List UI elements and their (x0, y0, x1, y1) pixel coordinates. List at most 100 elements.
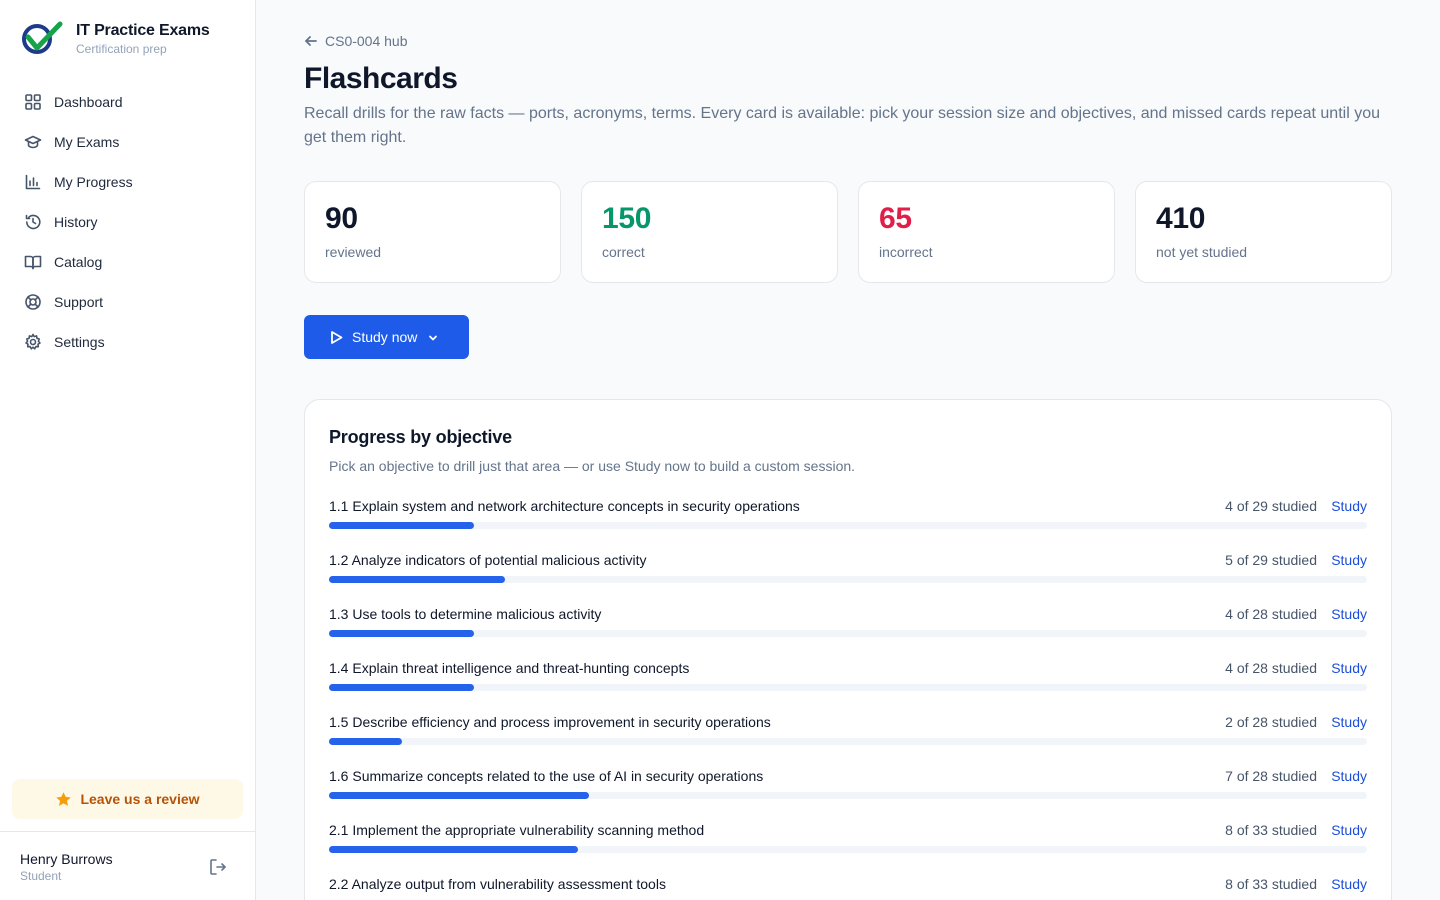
user-role: Student (20, 869, 62, 883)
sidebar-item-dashboard[interactable]: Dashboard (12, 82, 244, 122)
stat-label: incorrect (879, 244, 933, 260)
objective-name: 1.2 Analyze indicators of potential mali… (329, 552, 647, 568)
objective-count: 8 of 33 studied (1225, 822, 1317, 838)
objective-row: 1.1 Explain system and network architect… (329, 496, 1367, 550)
objective-row: 1.4 Explain threat intelligence and thre… (329, 658, 1367, 712)
brand-title: IT Practice Exams (76, 22, 210, 39)
stat-value: 150 (602, 202, 652, 235)
chevron-down-icon (427, 331, 439, 343)
life-buoy-icon (24, 293, 42, 311)
page-title: Flashcards (304, 62, 458, 95)
objective-list: 1.1 Explain system and network architect… (329, 496, 1367, 900)
objective-study-link[interactable]: Study (1331, 876, 1367, 892)
study-now-button[interactable]: Study now (304, 315, 469, 359)
objective-progress-track (329, 684, 1367, 691)
objective-progress-track (329, 792, 1367, 799)
stat-label: reviewed (325, 244, 382, 260)
objective-count: 4 of 28 studied (1225, 606, 1317, 622)
objective-name: 1.6 Summarize concepts related to the us… (329, 768, 764, 784)
objective-study-link[interactable]: Study (1331, 498, 1367, 514)
objective-progress-fill (329, 522, 475, 529)
objectives-panel: Progress by objective Pick an objective … (304, 399, 1392, 900)
objective-row: 2.2 Analyze output from vulnerability as… (329, 874, 1367, 900)
user-profile: Henry Burrows Student (0, 831, 255, 900)
objective-study-link[interactable]: Study (1331, 768, 1367, 784)
objective-name: 1.1 Explain system and network architect… (329, 498, 800, 514)
sidebar-item-support[interactable]: Support (12, 282, 244, 322)
objective-progress-fill (329, 684, 475, 691)
page-description: Recall drills for the raw facts — ports,… (304, 105, 1380, 146)
history-icon (24, 213, 42, 231)
gear-icon (24, 333, 42, 351)
book-open-icon (24, 253, 42, 271)
sidebar-item-label: My Exams (54, 134, 120, 150)
objective-name: 2.2 Analyze output from vulnerability as… (329, 876, 666, 892)
objective-count: 5 of 29 studied (1225, 552, 1317, 568)
stat-card-incorrect: 65 incorrect (858, 181, 1115, 283)
sidebar-item-label: Settings (54, 334, 105, 350)
objective-count: 4 of 28 studied (1225, 660, 1317, 676)
sidebar-item-label: History (54, 214, 98, 230)
objective-study-link[interactable]: Study (1331, 714, 1367, 730)
objective-progress-fill (329, 846, 579, 853)
sidebar-item-history[interactable]: History (12, 202, 244, 242)
objective-name: 1.3 Use tools to determine malicious act… (329, 606, 602, 622)
stat-value: 410 (1156, 202, 1206, 235)
star-icon (56, 791, 72, 806)
stat-value: 65 (879, 202, 912, 235)
grid-icon (24, 93, 42, 111)
objective-name: 1.5 Describe efficiency and process impr… (329, 714, 771, 730)
user-name: Henry Burrows (20, 851, 113, 867)
panel-subtitle: Pick an objective to drill just that are… (329, 458, 856, 474)
brand-logo-icon (22, 21, 63, 54)
stat-card-not-studied: 410 not yet studied (1135, 181, 1392, 283)
objective-progress-track (329, 846, 1367, 853)
sidebar-item-catalog[interactable]: Catalog (12, 242, 244, 282)
objective-study-link[interactable]: Study (1331, 660, 1367, 676)
objective-row: 1.6 Summarize concepts related to the us… (329, 766, 1367, 820)
objective-progress-track (329, 522, 1367, 529)
objective-progress-fill (329, 630, 475, 637)
graduation-cap-icon (24, 133, 42, 151)
objective-study-link[interactable]: Study (1331, 552, 1367, 568)
objective-progress-fill (329, 738, 402, 745)
objective-progress-track (329, 576, 1367, 583)
sidebar-item-my-progress[interactable]: My Progress (12, 162, 244, 202)
brand[interactable]: IT Practice Exams Certification prep (20, 20, 210, 57)
stat-label: correct (602, 244, 645, 260)
back-link-label: CS0-004 hub (325, 33, 408, 49)
objective-count: 4 of 29 studied (1225, 498, 1317, 514)
objective-count: 7 of 28 studied (1225, 768, 1317, 784)
objective-row: 1.5 Describe efficiency and process impr… (329, 712, 1367, 766)
stat-label: not yet studied (1156, 244, 1248, 260)
stat-card-reviewed: 90 reviewed (304, 181, 561, 283)
objective-count: 8 of 33 studied (1225, 876, 1317, 892)
objective-progress-track (329, 738, 1367, 745)
logout-icon[interactable] (208, 857, 228, 877)
back-link[interactable]: CS0-004 hub (304, 33, 408, 49)
objective-study-link[interactable]: Study (1331, 606, 1367, 622)
objective-study-link[interactable]: Study (1331, 822, 1367, 838)
panel-title: Progress by objective (329, 427, 512, 447)
objective-count: 2 of 28 studied (1225, 714, 1317, 730)
brand-subtitle: Certification prep (76, 42, 167, 56)
sidebar-item-label: Dashboard (54, 94, 123, 110)
objective-progress-fill (329, 792, 589, 799)
sidebar-item-my-exams[interactable]: My Exams (12, 122, 244, 162)
study-now-label: Study now (352, 329, 418, 345)
objective-name: 2.1 Implement the appropriate vulnerabil… (329, 822, 705, 838)
stat-card-correct: 150 correct (581, 181, 838, 283)
objective-row: 2.1 Implement the appropriate vulnerabil… (329, 820, 1367, 874)
objective-progress-fill (329, 576, 506, 583)
sidebar-item-settings[interactable]: Settings (12, 322, 244, 362)
leave-review-label: Leave us a review (80, 791, 200, 807)
objective-name: 1.4 Explain threat intelligence and thre… (329, 660, 690, 676)
objective-progress-track (329, 630, 1367, 637)
sidebar-item-label: Support (54, 294, 104, 310)
stat-value: 90 (325, 202, 358, 235)
leave-review-button[interactable]: Leave us a review (12, 779, 243, 819)
sidebar-item-label: Catalog (54, 254, 103, 270)
objective-row: 1.3 Use tools to determine malicious act… (329, 604, 1367, 658)
objective-row: 1.2 Analyze indicators of potential mali… (329, 550, 1367, 604)
bar-chart-icon (24, 173, 42, 191)
